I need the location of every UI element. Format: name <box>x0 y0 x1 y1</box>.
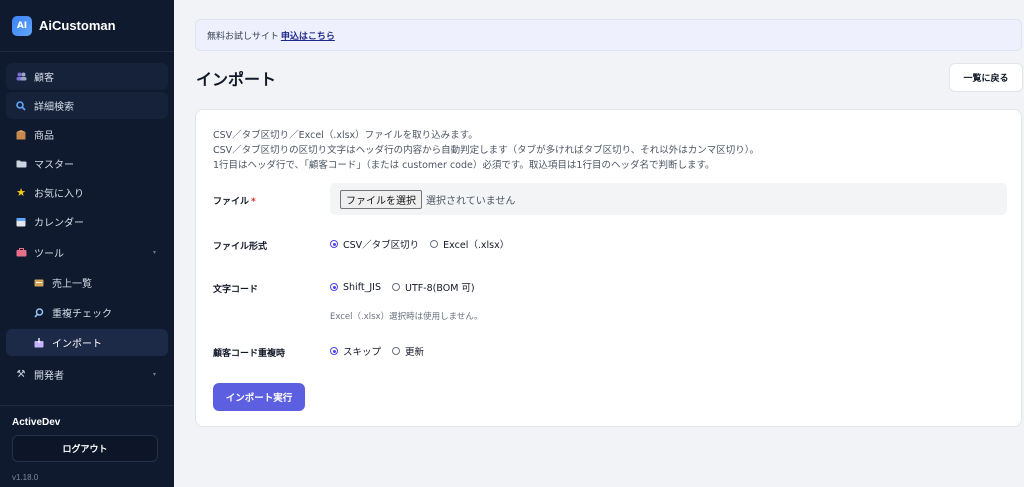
duplicate-label: 顧客コード重複時 <box>213 349 286 359</box>
sidebar-item-products[interactable]: 商品 <box>6 121 168 148</box>
trial-notice-banner: 無料お試しサイト 申込はこちら <box>195 19 1022 51</box>
file-label: ファイル * <box>213 194 256 207</box>
radio-unchecked[interactable] <box>430 240 439 248</box>
app-name: AiCustoman <box>39 18 116 33</box>
duplicate-option-update[interactable]: 更新 <box>392 344 424 358</box>
chevron-down-icon: ▾ <box>152 249 156 256</box>
sidebar-item-label: 商品 <box>34 131 54 142</box>
user-name: ActiveDev <box>12 417 61 428</box>
option-label: Excel（.xlsx） <box>443 240 510 251</box>
format-label: ファイル形式 <box>213 242 268 252</box>
file-status: 選択されていません <box>426 195 516 207</box>
sidebar-item-sales-list[interactable]: 売上一覧 <box>6 269 168 296</box>
run-import-button[interactable]: インポート実行 <box>213 383 305 411</box>
tools-icon: ⚒ <box>16 369 26 380</box>
sidebar-item-tools[interactable]: ツール ▾ <box>6 239 168 266</box>
search-icon <box>14 100 28 111</box>
folder-icon <box>14 160 28 168</box>
sidebar-item-label: お気に入り <box>34 189 84 200</box>
encoding-option-utf8[interactable]: UTF-8(BOM 可) <box>391 280 475 294</box>
sidebar-item-label: 重複チェック <box>52 309 112 320</box>
sidebar: AI AiCustoman 顧客 詳細検索 商品 マスター ★ お気に入り カレ… <box>0 0 174 487</box>
radio-unchecked[interactable] <box>392 347 401 355</box>
sidebar-item-duplicate-check[interactable]: 重複チェック <box>6 299 168 326</box>
file-label-text: ファイル <box>213 197 250 207</box>
required-mark: * <box>251 197 256 207</box>
option-label: CSV／タブ区切り <box>343 240 420 251</box>
sidebar-item-customers[interactable]: 顧客 <box>6 63 168 90</box>
option-label: スキップ <box>343 347 382 358</box>
app-logo-icon: AI <box>12 15 32 36</box>
radio-checked[interactable] <box>330 240 338 248</box>
calendar-icon <box>14 217 28 227</box>
option-label: Shift_JIS <box>343 281 381 293</box>
description-line: 1行目はヘッダ行で、「顧客コード」（または customer code）必須です… <box>213 160 715 171</box>
inbox-icon <box>32 337 46 348</box>
sidebar-item-label: マスター <box>34 160 74 171</box>
radio-checked[interactable] <box>330 283 338 291</box>
radio-checked[interactable] <box>330 347 338 355</box>
back-to-list-button[interactable]: 一覧に戻る <box>949 63 1023 92</box>
encoding-hint: Excel（.xlsx）選択時は使用しません。 <box>330 312 483 322</box>
sales-icon <box>32 279 46 287</box>
sidebar-item-label: 売上一覧 <box>52 279 92 290</box>
duplicate-option-skip[interactable]: スキップ <box>330 344 381 358</box>
sidebar-item-label: カレンダー <box>34 218 84 229</box>
people-icon <box>14 72 28 81</box>
import-form-card: CSV／タブ区切り／Excel（.xlsx）ファイルを取り込みます。 CSV／タ… <box>195 109 1022 427</box>
sidebar-item-developer[interactable]: ⚒ 開発者 ▾ <box>6 361 168 388</box>
encoding-radio-group: Shift_JIS UTF-8(BOM 可) <box>330 280 486 294</box>
logout-button[interactable]: ログアウト <box>12 435 158 462</box>
format-option-excel[interactable]: Excel（.xlsx） <box>430 237 509 251</box>
page-title: インポート <box>196 70 277 89</box>
sidebar-item-calendar[interactable]: カレンダー <box>6 208 168 235</box>
magnifier-icon <box>32 307 46 318</box>
sidebar-item-master[interactable]: マスター <box>6 150 168 177</box>
app-version: v1.18.0 <box>12 473 39 482</box>
chevron-down-icon: ▾ <box>152 371 156 378</box>
radio-unchecked[interactable] <box>391 283 400 291</box>
choose-file-button[interactable]: ファイルを選択 <box>340 189 422 209</box>
sidebar-item-label: インポート <box>52 339 102 350</box>
notice-text: 無料お試しサイト <box>207 31 279 42</box>
option-label: UTF-8(BOM 可) <box>404 283 475 294</box>
brand[interactable]: AI AiCustoman <box>0 0 174 52</box>
file-input[interactable]: ファイルを選択 選択されていません <box>330 183 1007 215</box>
sidebar-item-label: 開発者 <box>34 371 64 382</box>
sidebar-item-favorites[interactable]: ★ お気に入り <box>6 179 168 206</box>
format-radio-group: CSV／タブ区切り Excel（.xlsx） <box>330 237 520 251</box>
format-option-csv[interactable]: CSV／タブ区切り <box>330 237 419 251</box>
description-line: CSV／タブ区切り／Excel（.xlsx）ファイルを取り込みます。 <box>213 130 478 141</box>
sidebar-item-label: 顧客 <box>34 73 54 84</box>
star-icon: ★ <box>16 186 26 199</box>
sidebar-item-label: ツール <box>34 249 64 260</box>
encoding-option-sjis[interactable]: Shift_JIS <box>330 282 381 293</box>
sidebar-nav: 顧客 詳細検索 商品 マスター ★ お気に入り カレンダー ツール ▾ 売上一覧… <box>0 52 174 388</box>
sidebar-item-import[interactable]: インポート <box>6 329 168 356</box>
duplicate-radio-group: スキップ 更新 <box>330 344 435 358</box>
encoding-label: 文字コード <box>213 285 259 295</box>
sidebar-item-advanced-search[interactable]: 詳細検索 <box>6 92 168 119</box>
box-icon <box>14 129 28 140</box>
sidebar-footer: ActiveDev ログアウト v1.18.0 <box>0 405 174 487</box>
toolbox-icon <box>14 248 28 257</box>
description-line: CSV／タブ区切りの区切り文字はヘッダ行の内容から自動判定します（タブが多ければ… <box>213 145 760 156</box>
apply-link[interactable]: 申込はこちら <box>281 29 335 42</box>
sidebar-item-label: 詳細検索 <box>34 102 74 113</box>
option-label: 更新 <box>405 347 425 358</box>
